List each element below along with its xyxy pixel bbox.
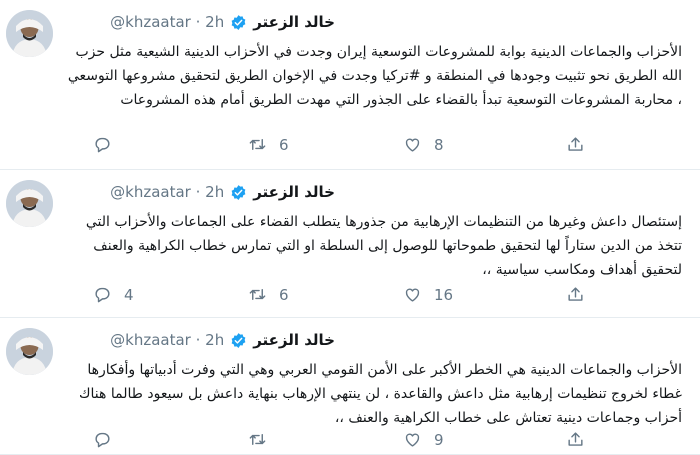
handle-text[interactable]: @khzaatar: [110, 183, 191, 201]
reply-icon: [95, 137, 110, 153]
like-count: 8: [434, 135, 444, 154]
verified-badge-icon: [230, 332, 247, 349]
handle: @khzaatar · 2h: [110, 13, 225, 31]
reply-button[interactable]: 4: [93, 285, 134, 304]
avatar[interactable]: [6, 180, 53, 227]
share-button[interactable]: [566, 135, 585, 154]
tweet-text: الأحزاب والجماعات الدينية هي الخطر الأكب…: [79, 362, 682, 426]
like-count: 9: [434, 430, 444, 449]
like-button[interactable]: 8: [403, 135, 444, 154]
like-icon: [405, 288, 420, 302]
tweet-header: خالد الزعتر @khzaatar · 2h: [110, 13, 335, 31]
reply-icon: [95, 287, 110, 303]
retweet-count: 6: [279, 135, 289, 154]
tweet-header: خالد الزعتر @khzaatar · 2h: [110, 331, 335, 349]
timestamp[interactable]: 2h: [205, 183, 224, 201]
tweet-actions: 4 6 16: [0, 285, 700, 309]
handle: @khzaatar · 2h: [110, 331, 225, 349]
share-button[interactable]: [566, 285, 585, 304]
tweet[interactable]: خالد الزعتر @khzaatar · 2h إستئصال داعش …: [0, 170, 700, 318]
share-button[interactable]: [566, 430, 585, 449]
reply-button[interactable]: [93, 430, 124, 449]
tweet-feed: خالد الزعتر @khzaatar · 2h الأحزاب والجم…: [0, 0, 700, 455]
retweet-button[interactable]: 6: [248, 135, 289, 154]
tweet[interactable]: خالد الزعتر @khzaatar · 2h الأحزاب والجم…: [0, 318, 700, 455]
verified-badge-icon: [230, 14, 247, 31]
like-count: 16: [434, 285, 454, 304]
like-icon: [405, 138, 420, 152]
timestamp[interactable]: 2h: [205, 331, 224, 349]
timestamp[interactable]: 2h: [205, 13, 224, 31]
avatar[interactable]: [6, 328, 53, 375]
retweet-button[interactable]: 6: [248, 285, 289, 304]
like-button[interactable]: 16: [403, 285, 453, 304]
retweet-icon: [249, 289, 266, 300]
verified-badge-icon: [230, 184, 247, 201]
tweet-text: الأحزاب والجماعات الدينية بوابة للمشروعا…: [67, 44, 682, 108]
reply-count: 4: [124, 285, 134, 304]
display-name[interactable]: خالد الزعتر: [253, 13, 335, 31]
share-icon: [568, 137, 583, 151]
tweet-actions: 9: [0, 430, 700, 454]
retweet-count: 6: [279, 285, 289, 304]
tweet[interactable]: خالد الزعتر @khzaatar · 2h الأحزاب والجم…: [0, 0, 700, 170]
share-icon: [568, 287, 583, 301]
reply-button[interactable]: [93, 135, 124, 154]
avatar[interactable]: [6, 10, 53, 57]
tweet-text: إستئصال داعش وغيرها من التنظيمات الإرهاب…: [85, 214, 682, 278]
handle: @khzaatar · 2h: [110, 183, 225, 201]
retweet-icon: [249, 139, 266, 150]
like-icon: [405, 433, 420, 447]
like-button[interactable]: 9: [403, 430, 444, 449]
retweet-button[interactable]: [248, 430, 279, 449]
reply-icon: [95, 432, 110, 448]
handle-text[interactable]: @khzaatar: [110, 331, 191, 349]
share-icon: [568, 432, 583, 446]
display-name[interactable]: خالد الزعتر: [253, 183, 335, 201]
retweet-icon: [249, 434, 266, 445]
tweet-actions: 6 8: [0, 135, 700, 159]
display-name[interactable]: خالد الزعتر: [253, 331, 335, 349]
handle-text[interactable]: @khzaatar: [110, 13, 191, 31]
tweet-header: خالد الزعتر @khzaatar · 2h: [110, 183, 335, 201]
